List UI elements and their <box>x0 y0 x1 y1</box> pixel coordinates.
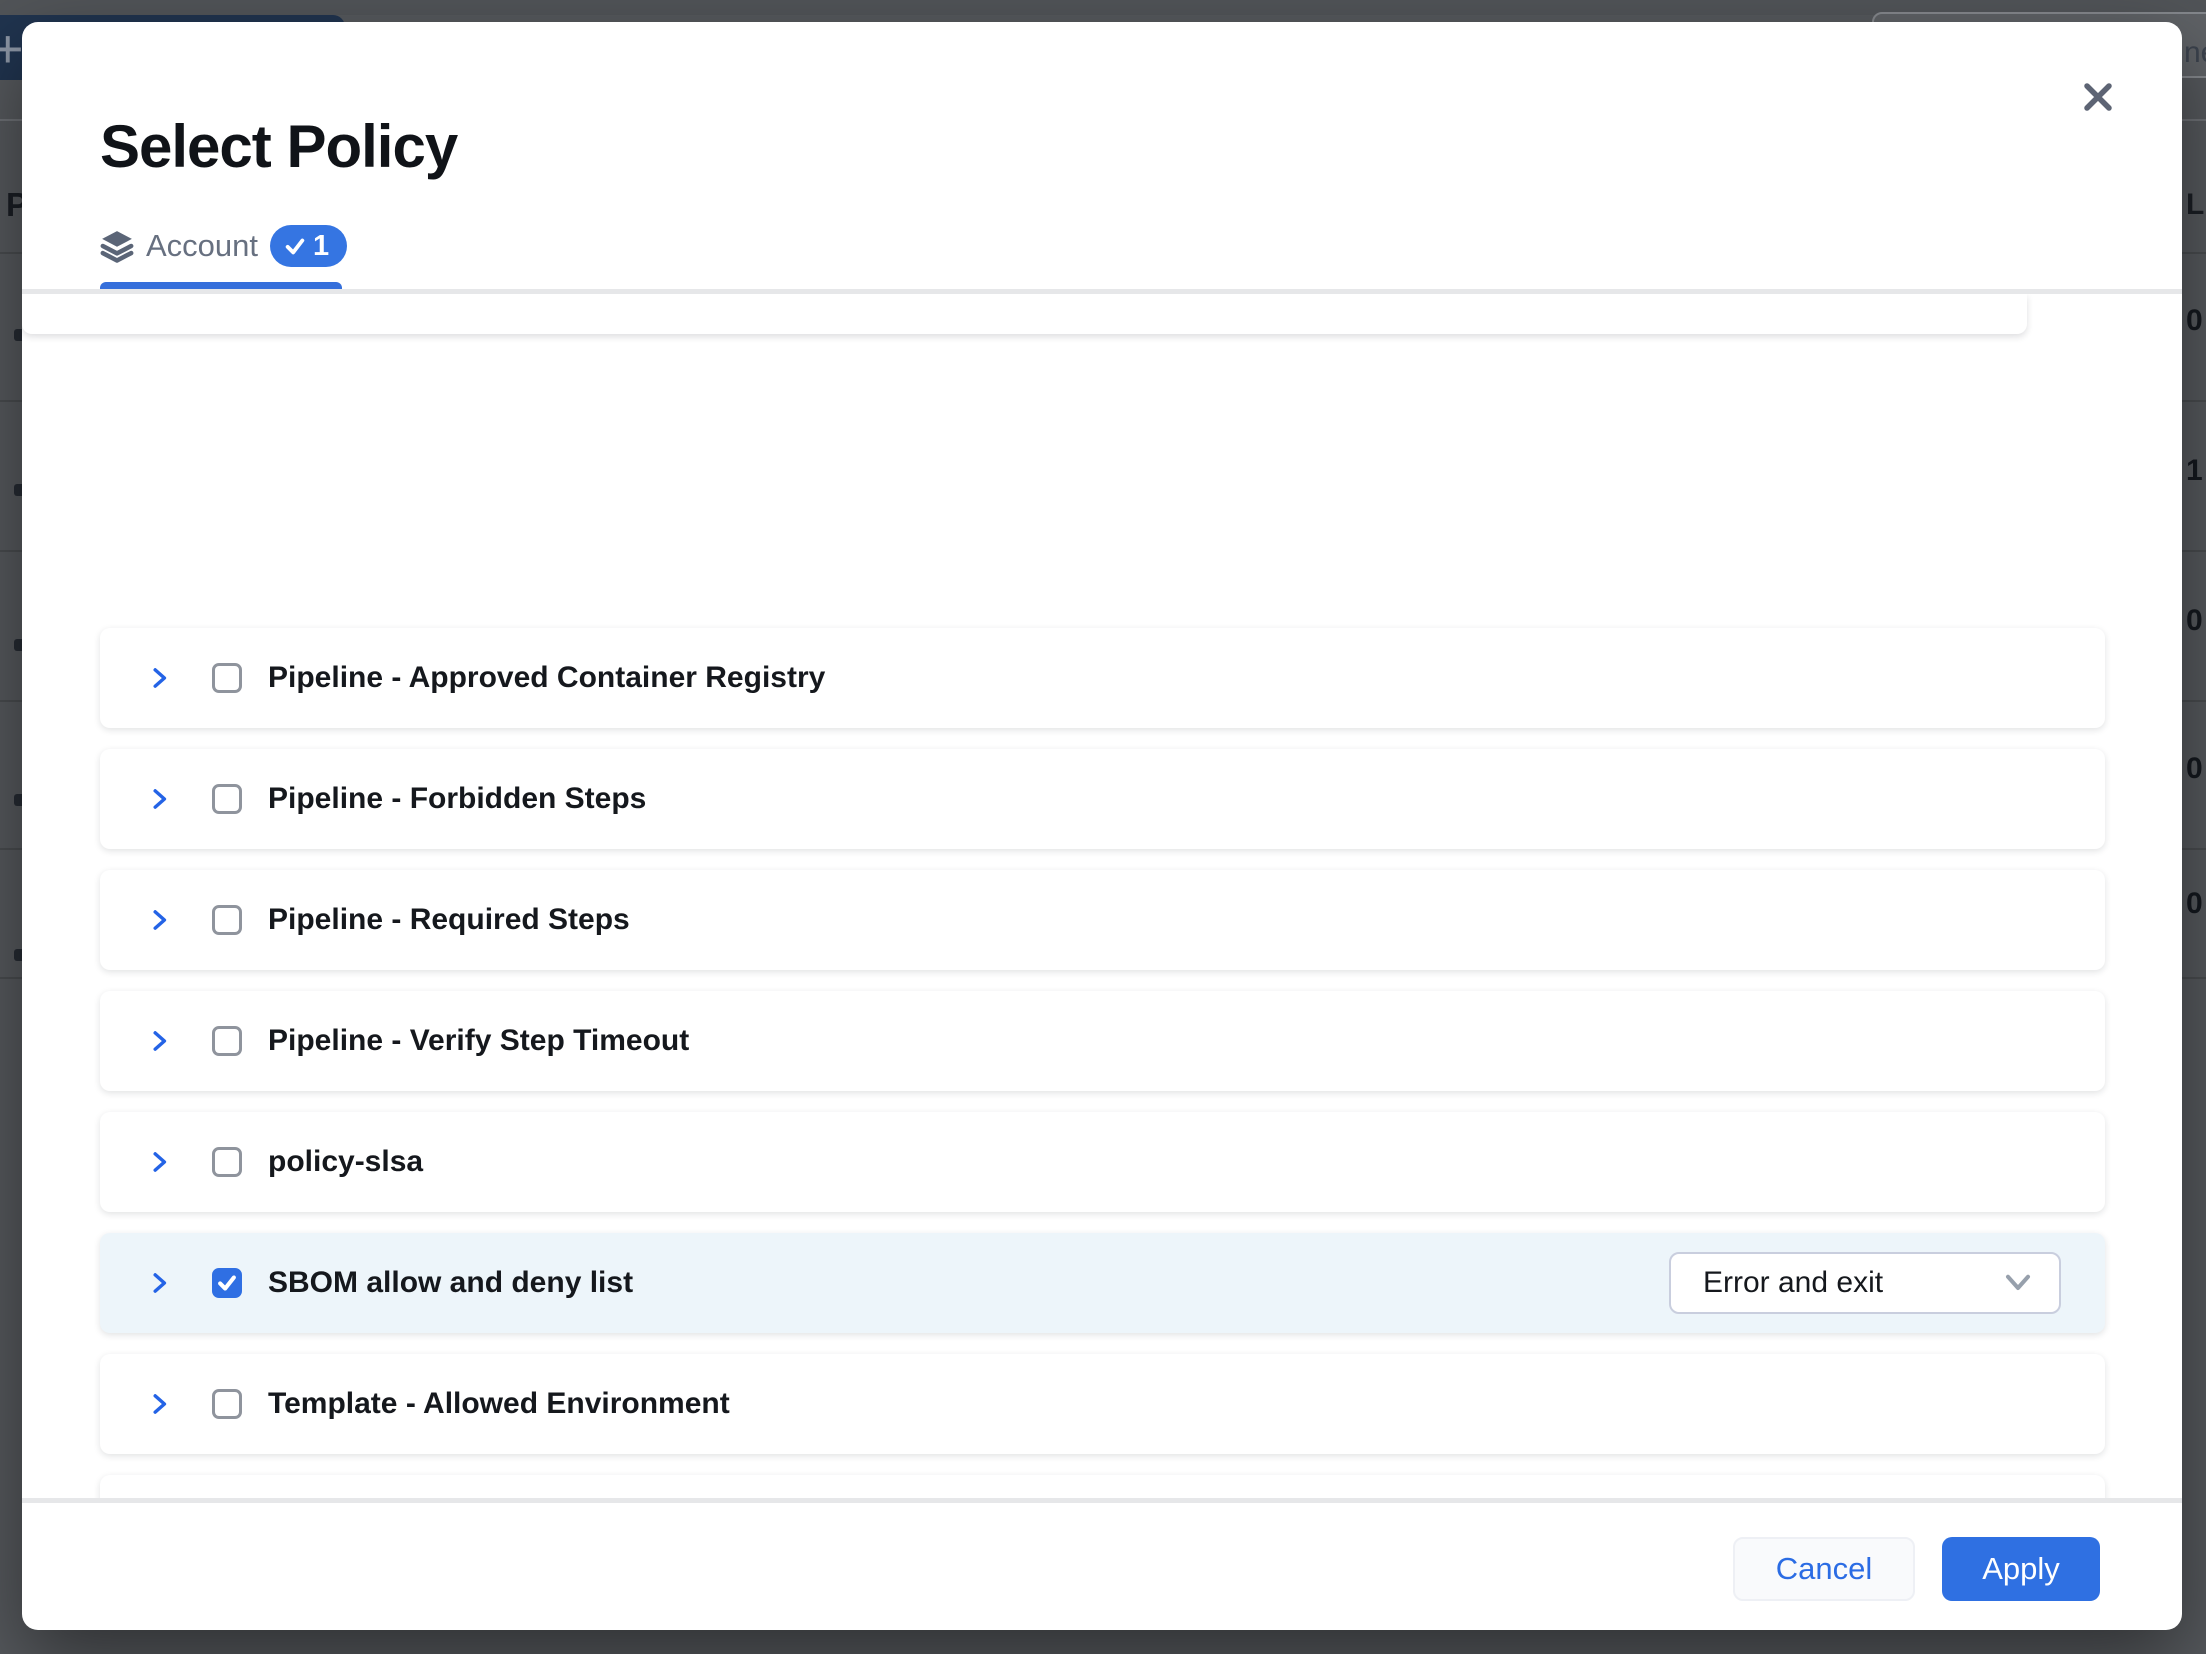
policy-list: Pipeline - Approved Container Registry P… <box>22 294 2182 1498</box>
active-tab-underline <box>100 282 342 289</box>
policy-label: policy-slsa <box>268 1145 423 1179</box>
policy-row[interactable]: Template - Approval <box>100 1475 2105 1498</box>
selected-count: 1 <box>313 230 329 263</box>
background-column-value: 1 <box>2186 454 2203 488</box>
background-search-text: ne <box>2184 36 2206 70</box>
selected-count-badge: 1 <box>270 225 347 267</box>
screen: + ne P L 01000 Select Policy Account <box>0 0 2206 1654</box>
background-column-value: 0 <box>2186 304 2203 338</box>
policy-row[interactable]: Pipeline - Approved Container Registry <box>100 628 2105 728</box>
chevron-right-expand-icon[interactable] <box>146 781 172 817</box>
check-icon <box>284 235 306 257</box>
chevron-right-expand-icon[interactable] <box>146 1386 172 1422</box>
policy-checkbox[interactable] <box>212 1026 242 1056</box>
layers-icon <box>100 229 134 263</box>
policy-label: Pipeline - Required Steps <box>268 903 630 937</box>
plus-icon: + <box>0 22 24 76</box>
policy-row[interactable]: Pipeline - Verify Step Timeout <box>100 991 2105 1091</box>
action-select-value: Error and exit <box>1703 1266 1883 1300</box>
chevron-right-expand-icon[interactable] <box>146 1023 172 1059</box>
policy-label: Pipeline - Verify Step Timeout <box>268 1024 689 1058</box>
policy-label: Pipeline - Forbidden Steps <box>268 782 646 816</box>
tab-account[interactable]: Account 1 <box>100 224 347 268</box>
apply-button[interactable]: Apply <box>1942 1537 2100 1601</box>
chevron-down-icon <box>2003 1273 2033 1293</box>
background-column-value: 0 <box>2186 887 2203 921</box>
policy-row[interactable]: Pipeline - Forbidden Steps <box>100 749 2105 849</box>
policy-checkbox[interactable] <box>212 1389 242 1419</box>
policy-row[interactable]: SBOM allow and deny list Error and exit <box>100 1233 2105 1333</box>
chevron-right-expand-icon[interactable] <box>146 902 172 938</box>
background-top-strip <box>0 0 2206 15</box>
policy-checkbox[interactable] <box>212 1147 242 1177</box>
chevron-right-expand-icon[interactable] <box>146 1144 172 1180</box>
select-policy-modal: Select Policy Account 1 <box>22 22 2182 1630</box>
close-icon <box>2077 76 2119 121</box>
policy-checkbox[interactable] <box>212 663 242 693</box>
chevron-right-expand-icon[interactable] <box>146 1265 172 1301</box>
background-column-header: L <box>2186 188 2204 222</box>
close-button[interactable] <box>2072 72 2124 124</box>
policy-row[interactable]: Pipeline - Required Steps <box>100 870 2105 970</box>
policy-checkbox[interactable] <box>212 784 242 814</box>
tab-account-label: Account <box>146 228 258 264</box>
background-column-value: 0 <box>2186 604 2203 638</box>
policy-checkbox[interactable] <box>212 1268 242 1298</box>
chevron-right-expand-icon[interactable] <box>146 660 172 696</box>
modal-title: Select Policy <box>100 112 457 181</box>
policy-label: Pipeline - Approved Container Registry <box>268 661 825 695</box>
policy-row[interactable]: Template - Allowed Environment <box>100 1354 2105 1454</box>
partially-scrolled-card <box>22 294 2027 334</box>
policy-label: SBOM allow and deny list <box>268 1266 633 1300</box>
footer-divider <box>22 1498 2182 1503</box>
cancel-button[interactable]: Cancel <box>1733 1537 1915 1601</box>
policy-label: Template - Allowed Environment <box>268 1387 730 1421</box>
policy-checkbox[interactable] <box>212 905 242 935</box>
policy-row[interactable]: policy-slsa <box>100 1112 2105 1212</box>
background-column-value: 0 <box>2186 752 2203 786</box>
action-select[interactable]: Error and exit <box>1669 1252 2061 1314</box>
